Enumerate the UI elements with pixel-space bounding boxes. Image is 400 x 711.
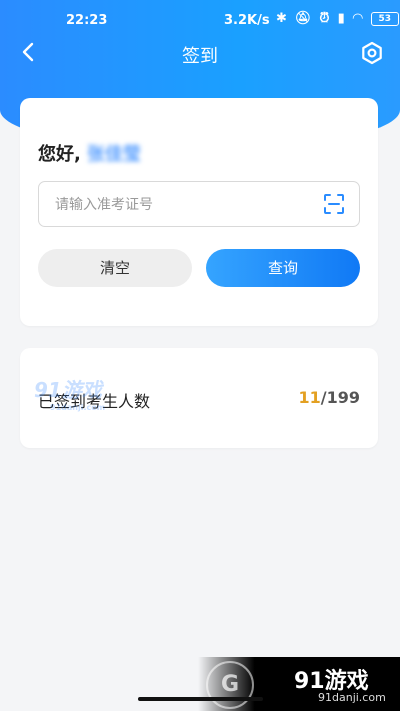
bluetooth-icon: ✱ (276, 11, 287, 26)
total-count: 199 (326, 388, 360, 407)
mute-icon: 🔕︎ (294, 11, 312, 26)
user-name: 张佳莹 (86, 144, 141, 165)
g-logo-icon: G (206, 661, 254, 709)
greeting-text: 您好, (38, 144, 81, 165)
ticket-number-field[interactable] (38, 181, 360, 228)
signed-count: 11 (298, 388, 321, 407)
signed-count-label: 已签到考生人数 (38, 392, 151, 411)
signed-count-value: 11/199 (298, 388, 360, 407)
ticket-number-input[interactable] (53, 182, 317, 228)
alarm-icon: ⏰︎ (319, 11, 330, 26)
status-time: 22:23 (66, 13, 108, 28)
bottom-watermark: G 91游戏 91danji.com (198, 657, 400, 711)
nav-bar: 签到 (0, 36, 400, 72)
status-net-speed: 3.2K/s (224, 13, 270, 28)
wifi-icon: ◠ (352, 11, 363, 26)
signin-card: 您好,张佳莹 清空 查询 (20, 98, 378, 326)
status-icons: ✱ 🔕︎ ⏰︎ ▮ ◠ 53 (276, 11, 399, 26)
battery-icon: 53 (370, 11, 399, 26)
query-button[interactable]: 查询 (206, 249, 360, 287)
clear-button[interactable]: 清空 (38, 249, 192, 287)
home-indicator[interactable] (138, 697, 263, 701)
signal-icon: ▮ (337, 11, 345, 26)
status-bar: 22:23 3.2K/s ✱ 🔕︎ ⏰︎ ▮ ◠ 53 (0, 10, 400, 32)
bottom-site-text: 91danji.com (318, 691, 386, 704)
scan-icon[interactable] (323, 193, 345, 215)
stats-card: 已签到考生人数 11/199 (20, 348, 378, 448)
page-title: 签到 (182, 46, 218, 67)
greeting: 您好, 张佳莹 (38, 140, 141, 166)
settings-icon[interactable] (360, 41, 384, 65)
